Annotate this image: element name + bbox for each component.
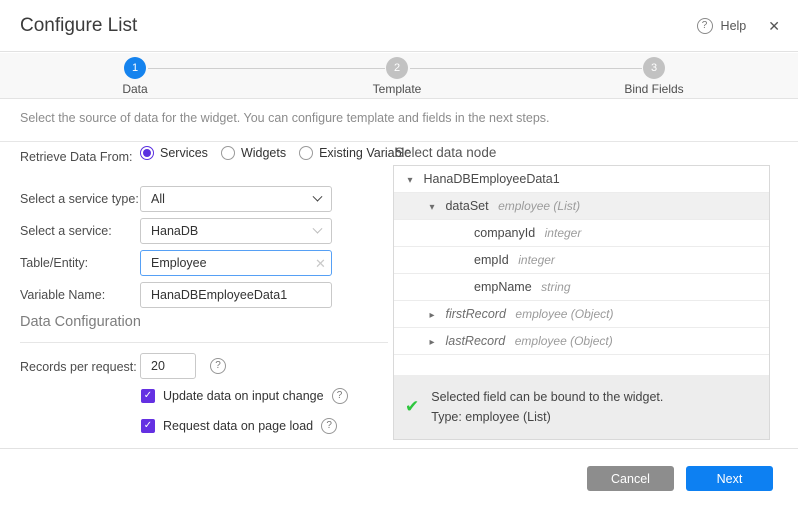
tree-node-root[interactable]: ▾ HanaDBEmployeeData1 (394, 166, 769, 193)
step-connector (410, 68, 642, 69)
caret-right-icon[interactable]: ▸ (426, 330, 438, 355)
success-check-icon: ✔ (405, 397, 419, 417)
tree-node-companyid[interactable]: companyId integer (394, 220, 769, 247)
radio-label: Widgets (241, 146, 286, 160)
help-button[interactable]: Help (721, 19, 747, 33)
wizard-stepper: 1 2 3 Data Template Bind Fields (0, 53, 798, 99)
caret-right-icon[interactable]: ▸ (426, 303, 438, 328)
configure-list-dialog: Configure List ? Help ✕ 1 2 3 Data Templ… (0, 0, 798, 508)
update-data-help-icon[interactable]: ? (332, 388, 348, 404)
records-per-request-label: Records per request: (20, 360, 137, 374)
request-data-checkbox-row: ✓ Request data on page load ? (141, 418, 337, 434)
variable-name-label: Variable Name: (20, 288, 105, 302)
cancel-button[interactable]: Cancel (587, 466, 674, 491)
bind-message-text: Selected field can be bound to the widge… (431, 387, 663, 427)
table-entity-label: Table/Entity: (20, 256, 88, 270)
help-icon[interactable]: ? (697, 18, 713, 34)
checkbox-label: Request data on page load (163, 419, 313, 433)
checkbox-label: Update data on input change (163, 389, 324, 403)
radio-icon[interactable] (140, 146, 154, 160)
chevron-down-icon (313, 223, 323, 233)
checkbox-checked-icon[interactable]: ✓ (141, 389, 155, 403)
data-node-tree: ▾ HanaDBEmployeeData1 ▾ dataSet employee… (393, 165, 770, 440)
bind-message-line1: Selected field can be bound to the widge… (431, 387, 663, 407)
tree-node-dataset[interactable]: ▾ dataSet employee (List) (394, 193, 769, 220)
data-configuration-heading: Data Configuration (20, 314, 141, 330)
divider (0, 141, 798, 142)
service-type-select[interactable]: All (140, 186, 332, 212)
step-label-data: Data (122, 82, 147, 96)
step-label-bind-fields: Bind Fields (624, 82, 683, 96)
divider (0, 448, 798, 449)
chevron-down-icon (313, 191, 323, 201)
step-connector (148, 68, 385, 69)
page-title: Configure List (20, 0, 137, 52)
clear-icon[interactable]: ✕ (315, 256, 326, 272)
variable-name-input[interactable] (140, 282, 332, 308)
service-type-value: All (151, 192, 165, 206)
retrieve-data-label: Retrieve Data From: (20, 150, 133, 164)
dialog-header: Configure List ? Help ✕ (0, 0, 798, 52)
tree-node-firstrecord[interactable]: ▸ firstRecord employee (Object) (394, 301, 769, 328)
service-type-label: Select a service type: (20, 192, 139, 206)
step-circle-bind-fields[interactable]: 3 (643, 57, 665, 79)
retrieve-data-radio-group: Services Widgets Existing Variable (140, 146, 411, 160)
radio-icon[interactable] (299, 146, 313, 160)
records-per-request-input[interactable] (140, 353, 196, 379)
checkbox-checked-icon[interactable]: ✓ (141, 419, 155, 433)
radio-widgets[interactable]: Widgets (221, 146, 286, 160)
radio-services[interactable]: Services (140, 146, 208, 160)
divider (20, 342, 388, 343)
radio-icon[interactable] (221, 146, 235, 160)
service-label: Select a service: (20, 224, 112, 238)
step-circle-data[interactable]: 1 (124, 57, 146, 79)
step-label-template: Template (373, 82, 422, 96)
bind-message-line2: Type: employee (List) (431, 407, 663, 427)
step-description: Select the source of data for the widget… (20, 111, 550, 125)
header-actions: ? Help ✕ (697, 0, 780, 52)
service-value: HanaDB (151, 224, 198, 238)
caret-down-icon[interactable]: ▾ (426, 195, 438, 220)
records-help-icon[interactable]: ? (210, 358, 226, 374)
caret-down-icon[interactable]: ▾ (404, 168, 416, 193)
radio-label: Services (160, 146, 208, 160)
tree-node-empid[interactable]: empId integer (394, 247, 769, 274)
close-icon[interactable]: ✕ (768, 18, 780, 35)
select-data-node-heading: Select data node (395, 145, 496, 160)
step-circle-template[interactable]: 2 (386, 57, 408, 79)
bind-status-message: ✔ Selected field can be bound to the wid… (394, 375, 769, 439)
tree-node-empname[interactable]: empName string (394, 274, 769, 301)
service-select[interactable]: HanaDB (140, 218, 332, 244)
request-data-help-icon[interactable]: ? (321, 418, 337, 434)
next-button[interactable]: Next (686, 466, 773, 491)
tree-node-lastrecord[interactable]: ▸ lastRecord employee (Object) (394, 328, 769, 355)
table-entity-input[interactable] (140, 250, 332, 276)
update-data-checkbox-row: ✓ Update data on input change ? (141, 388, 348, 404)
